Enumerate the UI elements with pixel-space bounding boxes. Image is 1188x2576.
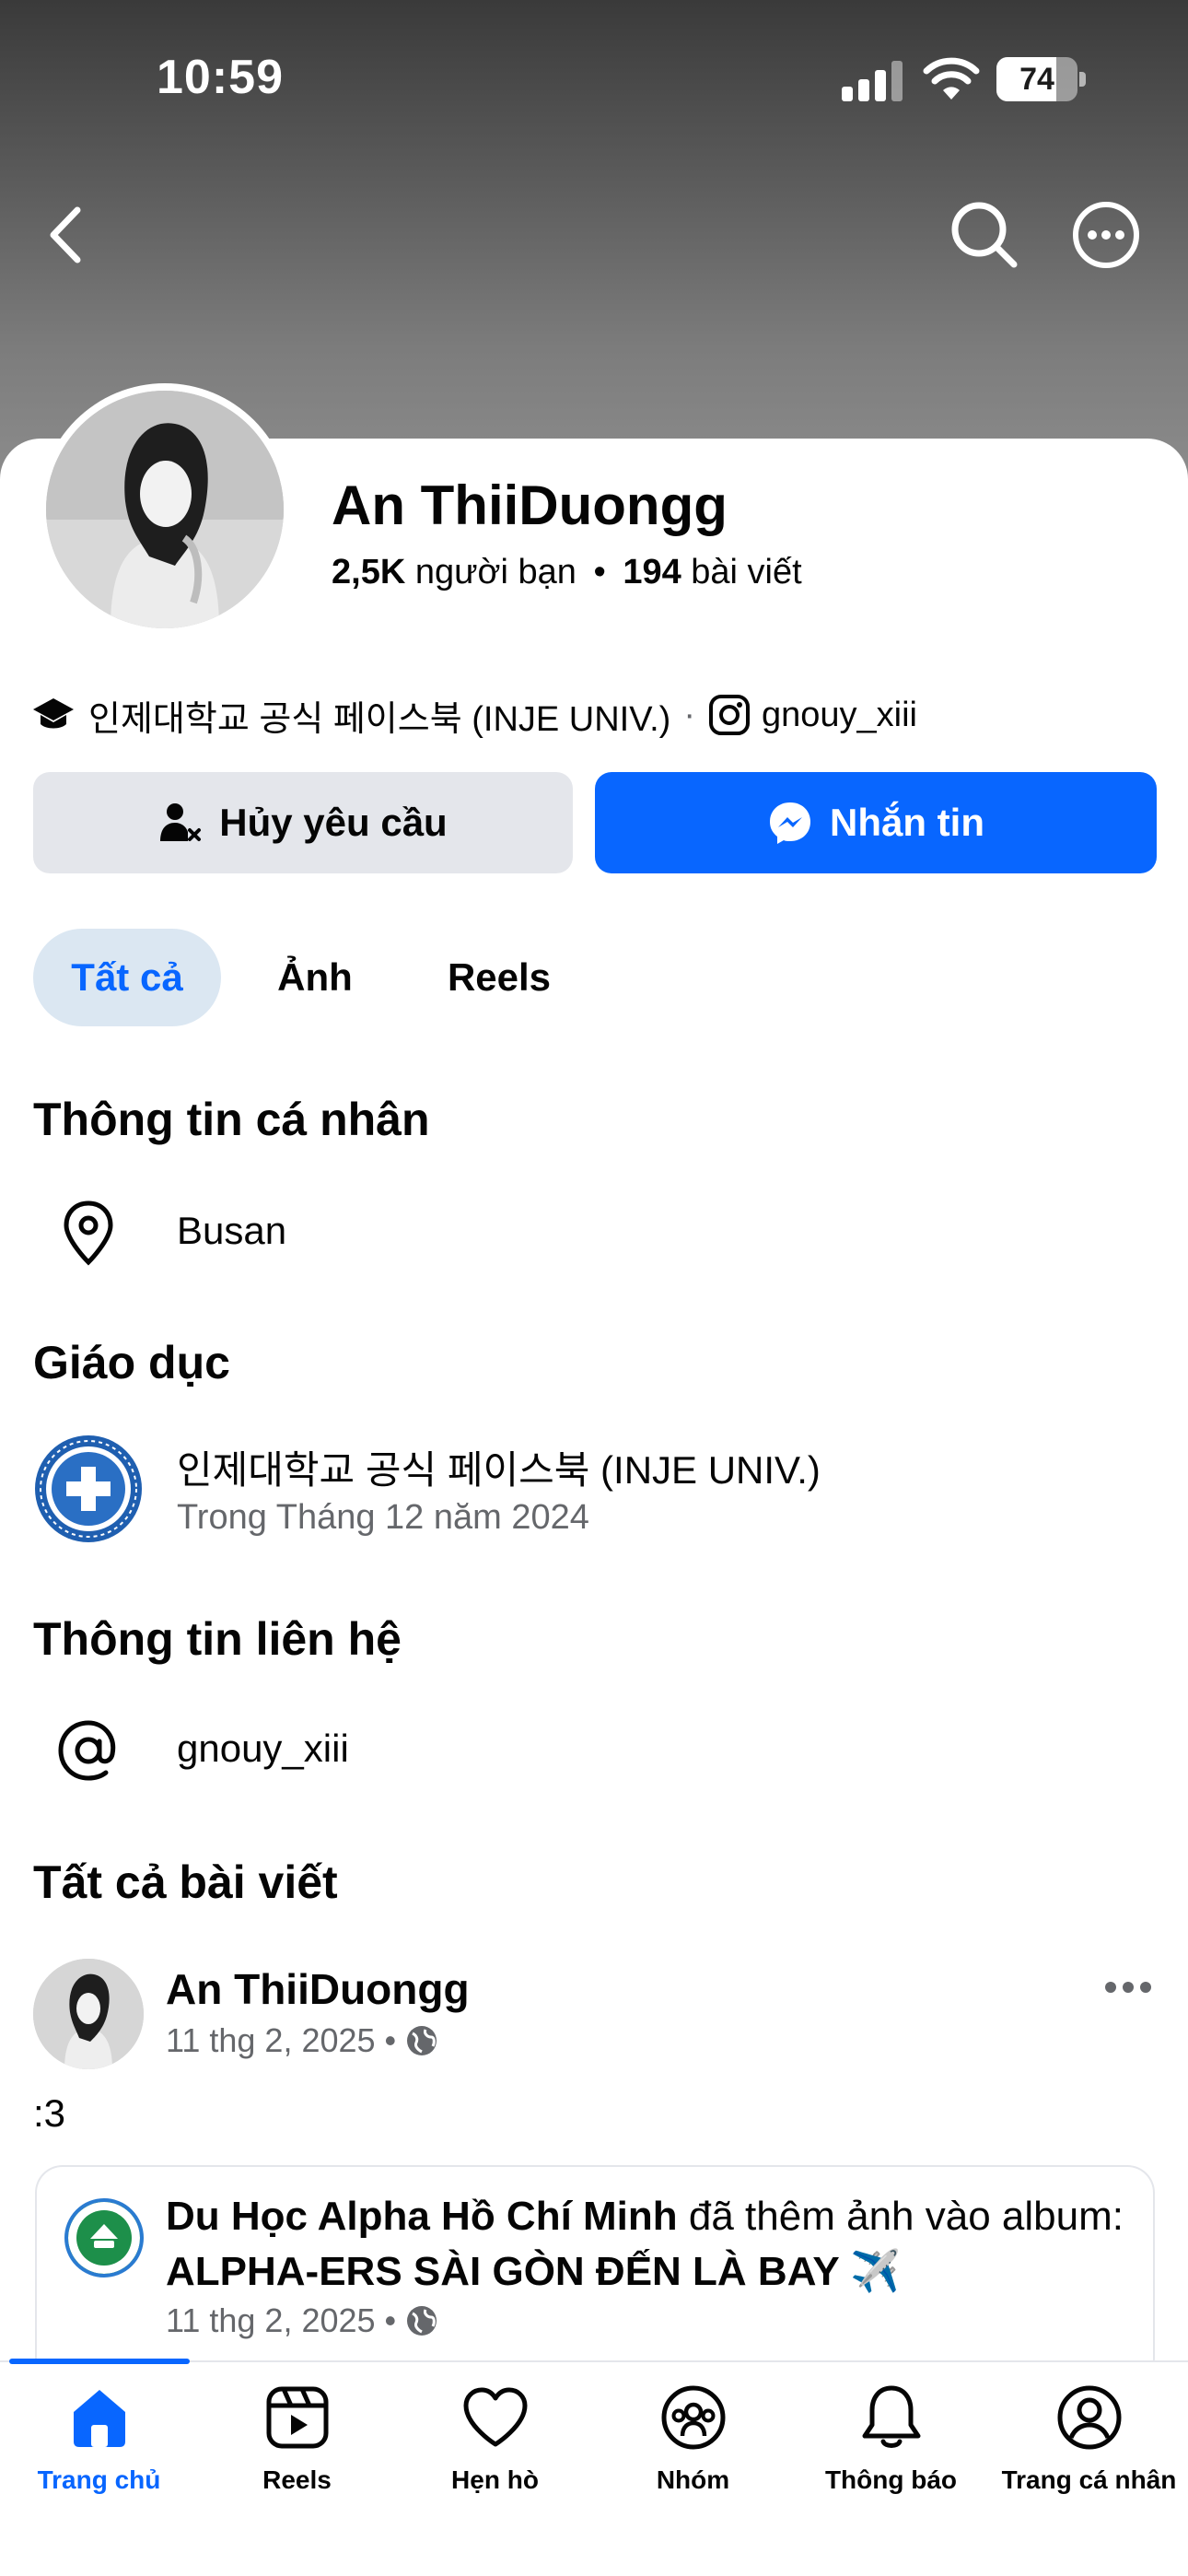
nav-home[interactable]: Trang chủ: [0, 2375, 198, 2513]
battery-level-text: 74: [1019, 62, 1054, 97]
nav-groups-label: Nhóm: [656, 2465, 730, 2494]
profile-name: An ThiiDuongg: [332, 474, 728, 536]
search-button[interactable]: [943, 193, 1026, 276]
bio-instagram-link[interactable]: gnouy_xiii: [762, 696, 917, 735]
nav-notifications-label: Thông báo: [824, 2465, 958, 2494]
post-author-name[interactable]: An ThiiDuongg: [166, 1964, 470, 2014]
stats-separator: •: [593, 553, 606, 591]
message-button[interactable]: Nhắn tin: [595, 772, 1157, 873]
education-school-name[interactable]: 인제대학교 공식 페이스북 (INJE UNIV.): [177, 1439, 821, 1495]
status-bar: 10:59 74: [0, 0, 1188, 157]
bell-icon: [855, 2381, 928, 2454]
school-logo[interactable]: [33, 1434, 144, 1544]
cancel-request-label: Hủy yêu cầu: [219, 801, 448, 844]
cancel-friend-request-icon: [160, 803, 202, 841]
nav-profile-label: Trang cá nhân: [1001, 2465, 1177, 2494]
message-label: Nhắn tin: [830, 801, 984, 844]
avatar-photo: [46, 391, 284, 628]
chevron-left-icon: [50, 206, 81, 263]
contact-info-title: Thông tin liên hệ: [33, 1613, 402, 1665]
home-icon: [63, 2381, 136, 2454]
tab-photos[interactable]: Ảnh: [260, 929, 370, 1026]
post-date[interactable]: 11 thg 2, 2025: [166, 2021, 376, 2060]
shared-page-name[interactable]: Du Học Alpha Hồ Chí Minh: [166, 2194, 678, 2239]
nav-notifications[interactable]: Thông báo: [792, 2375, 990, 2513]
profile-stats: 2,5K người bạn • 194 bài viết: [332, 553, 802, 592]
tab-reels[interactable]: Reels: [431, 929, 567, 1026]
personal-info-title: Thông tin cá nhân: [33, 1094, 430, 1145]
tab-all[interactable]: Tất cả: [33, 929, 221, 1026]
nav-groups[interactable]: Nhóm: [594, 2375, 792, 2513]
active-tab-indicator: [9, 2359, 190, 2364]
all-posts-title: Tất cả bài viết: [33, 1856, 338, 1908]
contact-instagram[interactable]: gnouy_xiii: [177, 1727, 349, 1771]
friends-count[interactable]: 2,5K: [332, 553, 405, 591]
bio-separator: ·: [683, 695, 695, 734]
globe-icon: [407, 2306, 437, 2336]
shared-album-name[interactable]: ALPHA-ERS SÀI GÒN ĐẾN LÀ BAY ✈️: [166, 2249, 901, 2294]
profile-avatar[interactable]: [46, 391, 284, 628]
shared-meta-dot: •: [384, 2301, 397, 2339]
post-more-button[interactable]: [1096, 1964, 1160, 2010]
battery-indicator: 74: [996, 57, 1087, 101]
post-text: :3: [33, 2091, 66, 2135]
post-author-avatar[interactable]: [33, 1959, 144, 2069]
shared-action: đã thêm ảnh vào album:: [688, 2194, 1124, 2239]
nav-profile[interactable]: Trang cá nhân: [990, 2375, 1188, 2513]
cancel-request-button[interactable]: Hủy yêu cầu: [33, 772, 573, 873]
wifi-icon: [923, 57, 980, 100]
bio-school-link[interactable]: 인제대학교 공식 페이스북 (INJE UNIV.): [88, 690, 670, 741]
posts-label: bài viết: [691, 553, 802, 591]
heart-icon: [459, 2381, 532, 2454]
reels-icon: [261, 2381, 334, 2454]
at-sign-icon: [50, 1712, 127, 1789]
post-meta: 11 thg 2, 2025 •: [166, 2021, 438, 2060]
posts-count: 194: [623, 553, 681, 591]
shared-post-text: Du Học Alpha Hồ Chí Minh đã thêm ảnh vào…: [166, 2189, 1133, 2300]
nav-reels[interactable]: Reels: [198, 2375, 396, 2513]
search-icon: [951, 202, 1018, 268]
status-time: 10:59: [157, 51, 284, 104]
location-text: Busan: [177, 1209, 287, 1252]
back-button[interactable]: [24, 193, 107, 276]
bio-line: 인제대학교 공식 페이스북 (INJE UNIV.) · gnouy_xiii: [31, 689, 917, 741]
messenger-icon: [770, 802, 810, 844]
location-pin-icon: [50, 1194, 127, 1271]
globe-icon: [407, 2026, 437, 2055]
more-horizontal-icon: [1073, 202, 1139, 268]
more-options-button[interactable]: [1065, 193, 1147, 276]
profile-icon: [1053, 2381, 1126, 2454]
nav-dating-label: Hẹn hò: [451, 2465, 539, 2494]
post-meta-dot: •: [384, 2021, 397, 2059]
more-dots-icon: [1105, 1982, 1151, 1993]
education-cap-icon: [33, 698, 74, 729]
cellular-signal-icon: [842, 61, 903, 101]
nav-home-label: Trang chủ: [37, 2465, 161, 2494]
shared-meta: 11 thg 2, 2025 •: [166, 2301, 438, 2340]
nav-reels-label: Reels: [262, 2465, 332, 2494]
friends-label[interactable]: người bạn: [415, 553, 577, 591]
groups-icon: [657, 2381, 730, 2454]
shared-page-avatar[interactable]: [64, 2198, 144, 2277]
education-period: Trong Tháng 12 năm 2024: [177, 1498, 589, 1537]
shared-date[interactable]: 11 thg 2, 2025: [166, 2301, 376, 2340]
education-title: Giáo dục: [33, 1337, 230, 1388]
instagram-icon: [708, 695, 750, 735]
nav-dating[interactable]: Hẹn hò: [396, 2375, 594, 2513]
